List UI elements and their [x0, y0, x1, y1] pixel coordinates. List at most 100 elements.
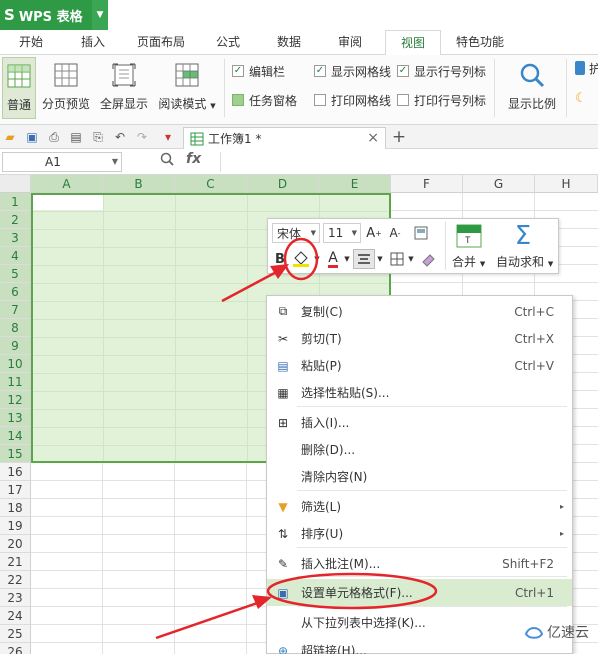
row-header[interactable]: 20	[0, 535, 31, 553]
increase-font-icon[interactable]: A +	[365, 223, 383, 243]
eraser-icon[interactable]	[419, 249, 437, 269]
insert-function-icon[interactable]: fx	[186, 151, 201, 167]
row-header[interactable]: 14	[0, 427, 31, 445]
app-menu-dropdown-icon[interactable]: ▼	[92, 0, 108, 30]
document-tab[interactable]: 工作簿1 * ×	[183, 127, 386, 149]
bold-button[interactable]: B	[272, 249, 288, 269]
menu-item-insert-comment[interactable]: ✎ 插入批注(M)... Shift+F2	[267, 550, 572, 577]
row-header[interactable]: 25	[0, 625, 31, 643]
tab-home[interactable]: 开始	[8, 30, 54, 55]
row-header[interactable]: 12	[0, 391, 31, 409]
formula-input[interactable]	[220, 152, 598, 172]
customize-toolbar-icon[interactable]: ▾	[160, 129, 176, 145]
select-all-corner[interactable]	[0, 175, 31, 193]
show-gridlines-checkbox[interactable]: ✓ 显示网格线	[314, 62, 391, 80]
tab-special-features[interactable]: 特色功能	[448, 30, 512, 55]
row-header[interactable]: 4	[0, 247, 31, 265]
undo-icon[interactable]: ↶	[112, 129, 128, 145]
row-header[interactable]: 8	[0, 319, 31, 337]
tab-formula[interactable]: 公式	[205, 30, 251, 55]
fill-color-dropdown-icon[interactable]: ▼	[313, 253, 321, 265]
row-header[interactable]: 7	[0, 301, 31, 319]
column-header-b[interactable]: B	[103, 175, 175, 193]
menu-item-format-cells[interactable]: ▣ 设置单元格格式(F)... Ctrl+1	[267, 579, 572, 606]
normal-view-button[interactable]: 普通	[2, 57, 36, 119]
font-color-icon[interactable]: A	[324, 249, 342, 269]
row-header[interactable]: 22	[0, 571, 31, 589]
reading-mode-button[interactable]: 阅读模式 ▼	[156, 57, 218, 119]
tab-insert[interactable]: 插入	[70, 30, 116, 55]
column-header-d[interactable]: D	[247, 175, 319, 193]
font-family-select[interactable]: 宋体 ▼	[272, 223, 320, 243]
print-icon[interactable]: ⎙	[46, 129, 62, 145]
merge-cells-icon[interactable]: T	[453, 223, 485, 249]
column-header-c[interactable]: C	[175, 175, 247, 193]
tab-page-layout[interactable]: 页面布局	[130, 30, 192, 55]
row-header[interactable]: 5	[0, 265, 31, 283]
row-header[interactable]: 6	[0, 283, 31, 301]
autosum-button[interactable]: 自动求和 ▼	[496, 253, 553, 270]
row-header[interactable]: 19	[0, 517, 31, 535]
save-icon[interactable]: ▣	[24, 129, 40, 145]
search-formula-icon[interactable]	[160, 152, 174, 170]
row-header[interactable]: 11	[0, 373, 31, 391]
row-header[interactable]: 2	[0, 211, 31, 229]
row-header[interactable]: 23	[0, 589, 31, 607]
print-row-col-headers-checkbox[interactable]: 打印行号列标	[397, 91, 486, 109]
borders-dropdown-icon[interactable]: ▼	[407, 253, 415, 265]
redo-icon[interactable]: ↷	[134, 129, 150, 145]
print-gridlines-checkbox[interactable]: 打印网格线	[314, 91, 391, 109]
name-box[interactable]: A1 ▼	[2, 152, 122, 172]
task-pane-checkbox[interactable]: 任务窗格	[232, 91, 297, 109]
menu-item-filter[interactable]: ▼ 筛选(L) ▸	[267, 493, 572, 520]
show-row-col-headers-checkbox[interactable]: ✓ 显示行号列标	[397, 62, 486, 80]
menu-item-insert[interactable]: ⊞ 插入(I)...	[267, 409, 572, 436]
row-header[interactable]: 17	[0, 481, 31, 499]
merge-button[interactable]: 合并 ▼	[452, 253, 485, 270]
fullscreen-button[interactable]: 全屏显示	[98, 57, 150, 119]
menu-item-cut[interactable]: ✂ 剪切(T) Ctrl+X	[267, 325, 572, 352]
active-cell[interactable]	[33, 195, 103, 210]
row-header[interactable]: 16	[0, 463, 31, 481]
edit-bar-checkbox[interactable]: ✓ 编辑栏	[232, 62, 285, 80]
open-folder-icon[interactable]: ▰	[2, 129, 18, 145]
row-header[interactable]: 26	[0, 643, 31, 654]
zoom-ratio-button[interactable]: 显示比例	[504, 57, 560, 119]
column-header-a[interactable]: A	[31, 175, 103, 193]
close-tab-icon[interactable]: ×	[367, 130, 379, 146]
sigma-icon[interactable]: Σ	[508, 221, 538, 251]
menu-item-clear-contents[interactable]: 清除内容(N)	[267, 463, 572, 490]
night-mode-icon[interactable]: ☾	[575, 91, 587, 106]
menu-item-paste-special[interactable]: ▦ 选择性粘贴(S)...	[267, 379, 572, 406]
print-preview-icon[interactable]: ▤	[68, 129, 84, 145]
export-icon[interactable]: ⎘	[90, 129, 106, 145]
row-header[interactable]: 1	[0, 193, 31, 211]
row-header[interactable]: 10	[0, 355, 31, 373]
column-header-g[interactable]: G	[463, 175, 535, 193]
tab-data[interactable]: 数据	[266, 30, 312, 55]
column-header-f[interactable]: F	[391, 175, 463, 193]
chevron-down-icon[interactable]: ▼	[112, 153, 118, 171]
eye-protect-icon[interactable]	[575, 61, 585, 75]
row-header[interactable]: 18	[0, 499, 31, 517]
page-break-preview-button[interactable]: 分页预览	[40, 57, 92, 119]
decrease-font-icon[interactable]: A-	[386, 223, 404, 243]
row-header[interactable]: 9	[0, 337, 31, 355]
app-menu-button[interactable]: S WPS 表格	[0, 0, 92, 30]
borders-icon[interactable]	[388, 249, 406, 269]
menu-item-copy[interactable]: ⧉ 复制(C) Ctrl+C	[267, 298, 572, 325]
menu-item-delete[interactable]: 删除(D)...	[267, 436, 572, 463]
row-header[interactable]: 24	[0, 607, 31, 625]
font-color-dropdown-icon[interactable]: ▼	[343, 253, 351, 265]
tab-view[interactable]: 视图	[385, 30, 441, 56]
align-dropdown-icon[interactable]: ▼	[376, 253, 384, 265]
align-center-icon[interactable]	[353, 249, 375, 269]
fill-color-icon[interactable]	[290, 247, 312, 269]
new-tab-button[interactable]: +	[390, 125, 408, 149]
tab-review[interactable]: 审阅	[327, 30, 373, 55]
row-header[interactable]: 13	[0, 409, 31, 427]
column-header-h[interactable]: H	[535, 175, 598, 193]
row-header[interactable]: 15	[0, 445, 31, 463]
column-header-e[interactable]: E	[319, 175, 391, 193]
menu-item-sort[interactable]: ⇅ 排序(U) ▸	[267, 520, 572, 547]
